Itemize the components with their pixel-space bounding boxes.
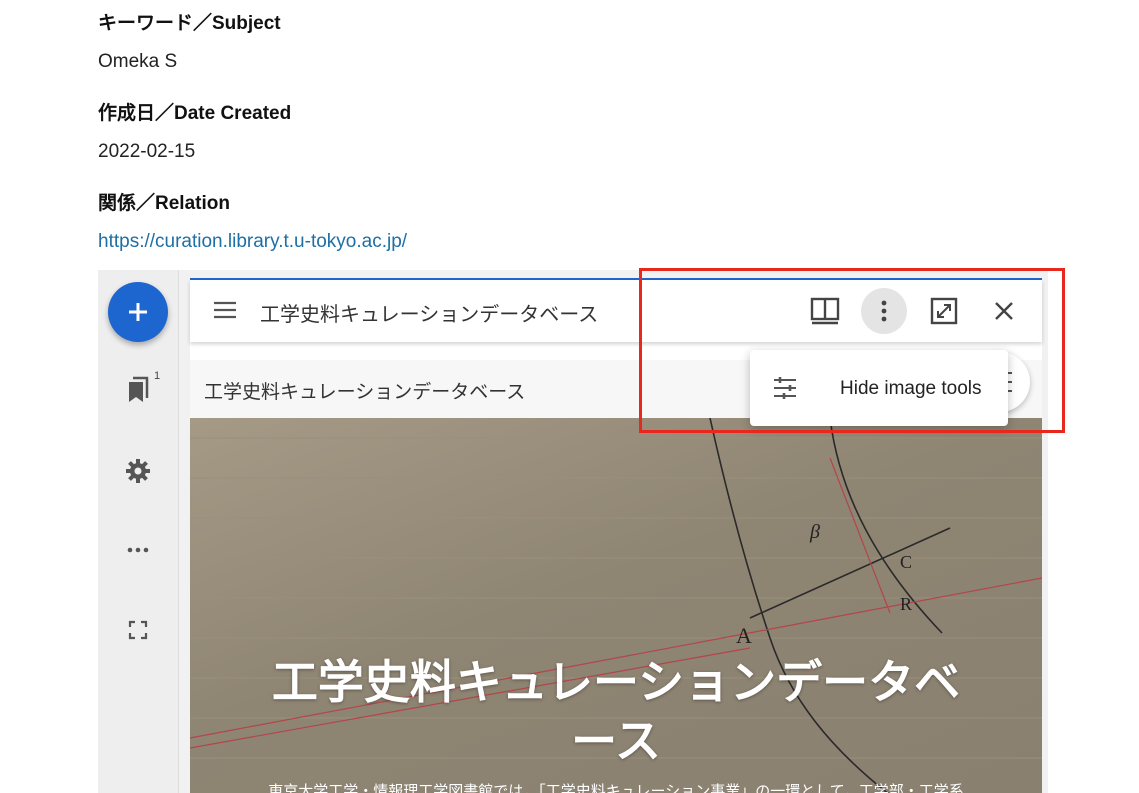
bookmarks-button[interactable] xyxy=(122,374,154,406)
hamburger-icon xyxy=(214,301,236,319)
more-options-button[interactable] xyxy=(122,534,154,566)
viewer-sidebar: 1 xyxy=(98,270,179,793)
hero-title-line2: ース xyxy=(571,715,661,767)
canvas-image[interactable]: A R C β 工学史料キュレーションデータベ ース 東京大学工学・情報理工学図… xyxy=(190,418,1042,793)
svg-text:R: R xyxy=(900,594,912,614)
subject-label: キーワード／Subject xyxy=(98,13,281,34)
hero-title-line1: 工学史料キュレーションデータベ xyxy=(271,656,961,708)
svg-text:A: A xyxy=(736,623,752,648)
annotation-highlight-box xyxy=(639,268,1065,433)
date-created-label: 作成日／Date Created xyxy=(98,103,292,124)
hero-subtitle: 東京大学工学・情報理工学図書館では，「工学史料キュレーション事業」の一環として，… xyxy=(268,783,964,793)
meta-relation: 関係／Relation https://curation.library.t.u… xyxy=(98,188,407,253)
meta-date-created: 作成日／Date Created 2022-02-15 xyxy=(98,98,291,163)
window-menu-button[interactable] xyxy=(212,299,238,326)
settings-button[interactable] xyxy=(122,455,154,487)
meta-subject: キーワード／Subject Omeka S xyxy=(98,8,281,73)
fullscreen-icon xyxy=(128,620,148,640)
gear-icon xyxy=(126,459,150,483)
date-created-value: 2022-02-15 xyxy=(98,141,196,162)
more-horizontal-icon xyxy=(127,547,149,553)
relation-label: 関係／Relation xyxy=(98,193,230,214)
canvas-title: 工学史料キュレーションデータベース xyxy=(204,382,526,403)
plus-icon xyxy=(129,303,147,321)
fullscreen-button[interactable] xyxy=(122,614,154,646)
bookmark-count-badge: 1 xyxy=(154,370,161,382)
svg-text:C: C xyxy=(900,552,912,572)
window-title: 工学史料キュレーションデータベース xyxy=(260,304,599,326)
svg-text:β: β xyxy=(809,521,820,543)
subject-value: Omeka S xyxy=(98,51,178,72)
relation-link[interactable]: https://curation.library.t.u-tokyo.ac.jp… xyxy=(98,231,407,252)
add-resource-button[interactable] xyxy=(108,282,168,342)
bookmark-icon xyxy=(129,376,149,402)
